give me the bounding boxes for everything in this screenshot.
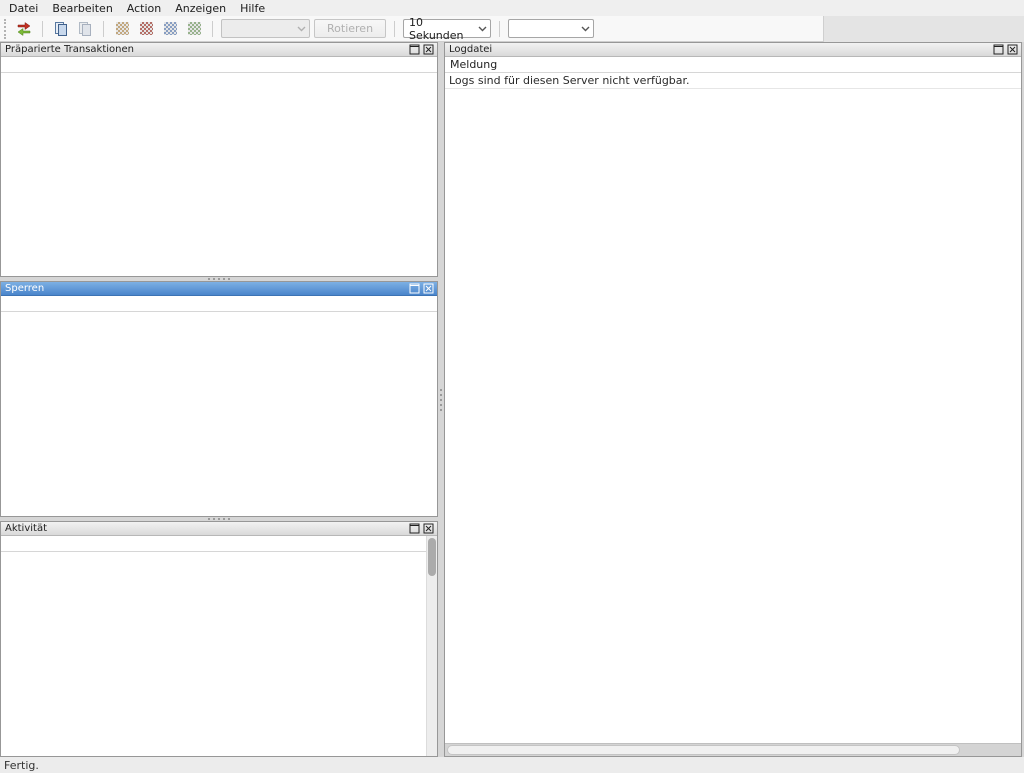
- prepared-transactions-caption[interactable]: Präparierte Transaktionen: [1, 43, 437, 57]
- toolbar-dock-filler: [824, 16, 1024, 42]
- status-text: Fertig.: [4, 759, 39, 772]
- menu-bearbeiten[interactable]: Bearbeiten: [45, 1, 119, 16]
- cancel-query-button[interactable]: [111, 18, 133, 40]
- maximize-button[interactable]: [409, 283, 420, 294]
- panel-activity: Aktivität: [0, 521, 438, 757]
- status-bar: Fertig.: [0, 757, 1024, 773]
- extra-combo[interactable]: [508, 19, 594, 38]
- refresh-button[interactable]: [13, 18, 35, 40]
- menu-action[interactable]: Action: [120, 1, 168, 16]
- prepared-transactions-title: Präparierte Transaktionen: [5, 44, 134, 55]
- locks-list: [1, 296, 437, 516]
- prepared-transactions-header-row[interactable]: [1, 57, 437, 73]
- close-icon[interactable]: [1007, 44, 1018, 55]
- commit-transaction-button[interactable]: [159, 18, 181, 40]
- logfile-title: Logdatei: [449, 44, 492, 55]
- logfile-combo[interactable]: [221, 19, 310, 38]
- copy-button[interactable]: [50, 18, 72, 40]
- maximize-button[interactable]: [409, 44, 420, 55]
- refresh-interval-value: 10 Sekunden: [409, 16, 475, 42]
- locks-title: Sperren: [5, 283, 44, 294]
- terminate-backend-button[interactable]: [135, 18, 157, 40]
- panel-prepared-transactions: Präparierte Transaktionen: [0, 42, 438, 277]
- toolbar-separator: [42, 21, 43, 37]
- locks-header-row[interactable]: [1, 296, 437, 312]
- toolbar-row: Rotieren 10 Sekunden: [0, 16, 1024, 42]
- menu-bar: Datei Bearbeiten Action Anzeigen Hilfe: [0, 0, 1024, 16]
- maximize-button[interactable]: [993, 44, 1004, 55]
- scrollbar-thumb[interactable]: [447, 745, 960, 755]
- grid-icon-red: [140, 22, 153, 35]
- close-icon[interactable]: [423, 283, 434, 294]
- grid-icon-tan: [116, 22, 129, 35]
- toolbar-grip-handle[interactable]: [4, 19, 6, 39]
- grid-icon-green: [188, 22, 201, 35]
- close-icon[interactable]: [423, 44, 434, 55]
- menu-datei[interactable]: Datei: [2, 1, 45, 16]
- logfile-column-header[interactable]: Meldung: [445, 57, 1021, 73]
- chevron-down-icon: [475, 26, 490, 32]
- maximize-button[interactable]: [409, 523, 420, 534]
- activity-list: [1, 536, 437, 756]
- locks-caption[interactable]: Sperren: [1, 282, 437, 296]
- grid-icon-blue: [164, 22, 177, 35]
- logfile-caption[interactable]: Logdatei: [445, 43, 1021, 57]
- activity-title: Aktivität: [5, 523, 47, 534]
- toolbar-separator: [499, 21, 500, 37]
- right-panel-column: Logdatei Meldung Logs sind für diesen Se…: [444, 42, 1022, 757]
- close-icon[interactable]: [423, 523, 434, 534]
- toolbar-separator: [394, 21, 395, 37]
- copy-alt-button[interactable]: [74, 18, 96, 40]
- toolbar: Rotieren 10 Sekunden: [0, 16, 824, 42]
- rotate-log-label: Rotieren: [327, 22, 373, 35]
- dock-area: Präparierte Transaktionen Sperren: [0, 42, 1024, 757]
- menu-hilfe[interactable]: Hilfe: [233, 1, 272, 16]
- activity-header-row[interactable]: [1, 536, 426, 552]
- logfile-row[interactable]: Logs sind für diesen Server nicht verfüg…: [445, 73, 1021, 89]
- copy-disabled-icon: [77, 21, 93, 37]
- panel-locks: Sperren: [0, 281, 438, 517]
- logfile-horizontal-scrollbar[interactable]: [445, 743, 1021, 756]
- activity-caption[interactable]: Aktivität: [1, 522, 437, 536]
- left-panel-column: Präparierte Transaktionen Sperren: [0, 42, 438, 757]
- toolbar-separator: [103, 21, 104, 37]
- toolbar-separator: [212, 21, 213, 37]
- logfile-list: Meldung Logs sind für diesen Server nich…: [445, 57, 1021, 756]
- chevron-down-icon: [293, 26, 309, 32]
- logfile-empty-area: [445, 89, 1021, 743]
- chevron-down-icon: [577, 26, 593, 32]
- rollback-transaction-button[interactable]: [183, 18, 205, 40]
- refresh-interval-combo[interactable]: 10 Sekunden: [403, 19, 491, 38]
- refresh-icon: [16, 21, 32, 37]
- scrollbar-thumb[interactable]: [428, 538, 436, 576]
- panel-logfile: Logdatei Meldung Logs sind für diesen Se…: [444, 42, 1022, 757]
- menu-anzeigen[interactable]: Anzeigen: [168, 1, 233, 16]
- copy-icon: [53, 21, 69, 37]
- rotate-log-button[interactable]: Rotieren: [314, 19, 386, 38]
- prepared-transactions-list: [1, 57, 437, 276]
- activity-vertical-scrollbar[interactable]: [426, 536, 437, 756]
